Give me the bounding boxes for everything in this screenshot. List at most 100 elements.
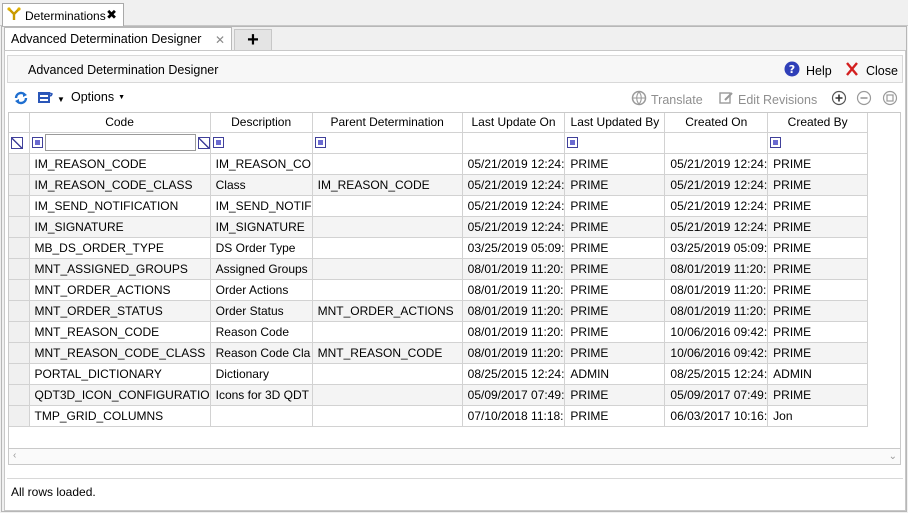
table-row[interactable]: MNT_REASON_CODE_CLASS Reason Code Cla MNT_… — [9, 342, 869, 364]
filter-operator-icon[interactable] — [567, 137, 579, 148]
grid-settings-icon[interactable] — [882, 90, 898, 106]
cell-created-by[interactable]: PRIME — [767, 384, 869, 406]
cell-created-by[interactable]: PRIME — [767, 174, 869, 196]
cell-description[interactable]: Reason Code Cla — [210, 342, 313, 364]
cell-last-update-on[interactable]: 08/01/2019 11:20: — [462, 279, 566, 301]
cell-parent-determination[interactable] — [312, 363, 463, 385]
cell-parent-determination[interactable] — [312, 237, 463, 259]
filter-input-code[interactable] — [44, 134, 196, 151]
cell-last-updated-by[interactable]: PRIME — [564, 384, 666, 406]
cell-last-update-on[interactable]: 08/01/2019 11:20: — [462, 342, 566, 364]
cell-last-update-on[interactable]: 08/25/2015 12:24: — [462, 363, 566, 385]
cell-code[interactable]: MNT_REASON_CODE_CLASS — [29, 342, 211, 364]
cell-code[interactable]: TMP_GRID_COLUMNS — [29, 405, 211, 427]
cell-last-update-on[interactable]: 05/21/2019 12:24: — [462, 153, 566, 175]
cell-parent-determination[interactable] — [312, 321, 463, 343]
table-row[interactable]: IM_REASON_CODE IM_REASON_CO 05/21/2019 12:… — [9, 153, 869, 175]
filter-operator-icon[interactable] — [314, 137, 326, 148]
cell-code[interactable]: IM_REASON_CODE — [29, 153, 211, 175]
tab-determinations[interactable]: Determinations ✖ — [2, 3, 124, 27]
cell-last-update-on[interactable]: 05/21/2019 12:24: — [462, 216, 566, 238]
cell-created-on[interactable]: 05/21/2019 12:24: — [664, 195, 769, 217]
table-row[interactable]: TMP_GRID_COLUMNS 07/10/2018 11:18: PRIME 06… — [9, 405, 869, 427]
cell-created-on[interactable]: 05/21/2019 12:24: — [664, 216, 769, 238]
cell-last-update-on[interactable]: 05/09/2017 07:49: — [462, 384, 566, 406]
table-row[interactable]: IM_SEND_NOTIFICATION IM_SEND_NOTIF 05/21/2… — [9, 195, 869, 217]
filter-operator-icon[interactable] — [212, 137, 224, 148]
row-selector[interactable] — [9, 279, 30, 301]
cell-last-update-on[interactable]: 03/25/2019 05:09: — [462, 237, 566, 259]
cell-description[interactable]: Assigned Groups — [210, 258, 313, 280]
scroll-left-icon[interactable]: ‹ — [13, 450, 16, 461]
table-row[interactable]: IM_REASON_CODE_CLASS Class IM_REASON_CODE 0… — [9, 174, 869, 196]
clear-filter-icon[interactable] — [197, 136, 210, 149]
cell-last-updated-by[interactable]: ADMIN — [564, 363, 666, 385]
cell-last-updated-by[interactable]: PRIME — [564, 195, 666, 217]
row-selector[interactable] — [9, 363, 30, 385]
cell-code[interactable]: MNT_ORDER_STATUS — [29, 300, 211, 322]
cell-created-by[interactable]: PRIME — [767, 237, 869, 259]
row-selector[interactable] — [9, 174, 30, 196]
cell-code[interactable]: MNT_REASON_CODE — [29, 321, 211, 343]
cell-last-update-on[interactable]: 05/21/2019 12:24: — [462, 174, 566, 196]
cell-description[interactable]: Dictionary — [210, 363, 313, 385]
cell-created-by[interactable]: ADMIN — [767, 363, 869, 385]
filter-operator-icon[interactable] — [770, 137, 782, 148]
cell-last-updated-by[interactable]: PRIME — [564, 237, 666, 259]
cell-code[interactable]: MB_DS_ORDER_TYPE — [29, 237, 211, 259]
cell-description[interactable]: Class — [210, 174, 313, 196]
cell-last-update-on[interactable]: 08/01/2019 11:20: — [462, 258, 566, 280]
cell-parent-determination[interactable]: IM_REASON_CODE — [312, 174, 463, 196]
cell-created-on[interactable]: 03/25/2019 05:09: — [664, 237, 769, 259]
table-row[interactable]: MB_DS_ORDER_TYPE DS Order Type 03/25/2019 … — [9, 237, 869, 259]
chevron-down-icon[interactable]: ▼ — [57, 95, 65, 104]
cell-parent-determination[interactable]: MNT_ORDER_ACTIONS — [312, 300, 463, 322]
cell-created-on[interactable]: 08/01/2019 11:20: — [664, 300, 769, 322]
cell-last-update-on[interactable]: 08/01/2019 11:20: — [462, 300, 566, 322]
row-selector[interactable] — [9, 258, 30, 280]
clear-filters-icon[interactable] — [11, 136, 23, 149]
cell-parent-determination[interactable] — [312, 258, 463, 280]
add-tab-button[interactable]: + — [234, 29, 272, 50]
cell-parent-determination[interactable] — [312, 216, 463, 238]
refresh-button[interactable] — [13, 90, 29, 109]
close-tab-icon[interactable]: ✖ — [106, 7, 117, 23]
cell-code[interactable]: MNT_ASSIGNED_GROUPS — [29, 258, 211, 280]
cell-last-updated-by[interactable]: PRIME — [564, 258, 666, 280]
scroll-down-icon[interactable]: ⌄ — [889, 451, 897, 462]
help-button[interactable]: ? Help — [784, 61, 832, 80]
cell-last-updated-by[interactable]: PRIME — [564, 405, 666, 427]
cell-code[interactable]: IM_REASON_CODE_CLASS — [29, 174, 211, 196]
cell-parent-determination[interactable] — [312, 405, 463, 427]
cell-parent-determination[interactable] — [312, 279, 463, 301]
collapse-all-icon[interactable] — [856, 90, 872, 106]
cell-description[interactable]: IM_SIGNATURE — [210, 216, 313, 238]
cell-code[interactable]: IM_SIGNATURE — [29, 216, 211, 238]
cell-last-updated-by[interactable]: PRIME — [564, 300, 666, 322]
expand-all-icon[interactable] — [831, 90, 847, 106]
close-subtab-icon[interactable]: ✕ — [215, 33, 225, 47]
filter-operator-icon[interactable] — [31, 137, 43, 148]
cell-created-by[interactable]: PRIME — [767, 195, 869, 217]
row-selector[interactable] — [9, 384, 30, 406]
cell-parent-determination[interactable] — [312, 384, 463, 406]
cell-description[interactable] — [210, 405, 313, 427]
table-row[interactable]: IM_SIGNATURE IM_SIGNATURE 05/21/2019 12:24… — [9, 216, 869, 238]
cell-code[interactable]: MNT_ORDER_ACTIONS — [29, 279, 211, 301]
table-row[interactable]: MNT_REASON_CODE Reason Code 08/01/2019 11:… — [9, 321, 869, 343]
cell-description[interactable]: IM_REASON_CO — [210, 153, 313, 175]
cell-created-on[interactable]: 08/25/2015 12:24: — [664, 363, 769, 385]
cell-parent-determination[interactable]: MNT_REASON_CODE — [312, 342, 463, 364]
column-header-code[interactable]: Code — [29, 113, 211, 133]
row-selector[interactable] — [9, 153, 30, 175]
cell-last-updated-by[interactable]: PRIME — [564, 153, 666, 175]
column-header-last-updated-by[interactable]: Last Updated By — [564, 113, 666, 133]
cell-parent-determination[interactable] — [312, 153, 463, 175]
row-selector[interactable] — [9, 195, 30, 217]
column-header-created-by[interactable]: Created By — [767, 113, 869, 133]
cell-last-update-on[interactable]: 07/10/2018 11:18: — [462, 405, 566, 427]
row-selector[interactable] — [9, 216, 30, 238]
cell-parent-determination[interactable] — [312, 195, 463, 217]
cell-description[interactable]: Order Actions — [210, 279, 313, 301]
cell-last-updated-by[interactable]: PRIME — [564, 321, 666, 343]
